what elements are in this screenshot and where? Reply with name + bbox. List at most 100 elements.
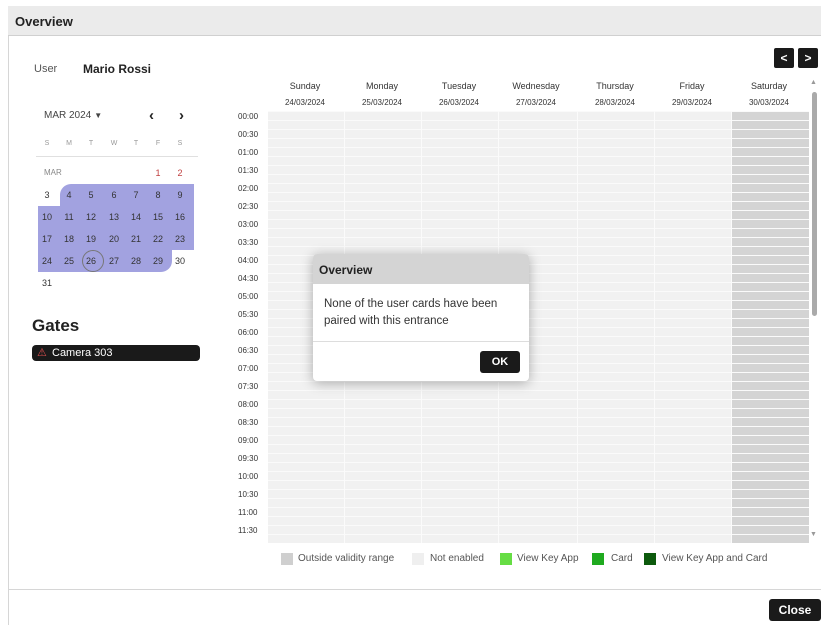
calendar-day[interactable]: 12	[80, 206, 102, 228]
time-label: 04:30	[238, 274, 259, 283]
calendar-day[interactable]: 3	[36, 184, 58, 206]
day-name-header: Monday	[365, 81, 399, 91]
calendar-day[interactable]: 2	[169, 162, 191, 184]
grid-row-line	[268, 516, 809, 517]
weekday-header: M	[66, 140, 72, 147]
calendar-day[interactable]: 6	[103, 184, 125, 206]
time-label: 01:30	[238, 166, 259, 175]
day-name-header: Tuesday	[441, 81, 477, 91]
time-label: 10:30	[238, 490, 259, 499]
calendar-day[interactable]: 10	[36, 206, 58, 228]
calendar-day[interactable]: 15	[147, 206, 169, 228]
month-label: MAR 2024	[44, 110, 92, 121]
day-date-header: 28/03/2024	[594, 98, 636, 107]
dialog-title: Overview	[319, 263, 373, 277]
time-label: 10:00	[238, 472, 259, 481]
calendar-day[interactable]: 23	[169, 228, 191, 250]
gates-title: Gates	[32, 316, 80, 335]
calendar-day[interactable]: 29	[147, 250, 169, 272]
calendar-day[interactable]: 17	[36, 228, 58, 250]
calendar-day[interactable]: 1	[147, 162, 169, 184]
calendar-day[interactable]: 16	[169, 206, 191, 228]
calendar-day[interactable]: 20	[103, 228, 125, 250]
grid-row-line	[268, 444, 809, 445]
grid-row-line	[268, 111, 809, 112]
grid-row-line	[268, 534, 809, 535]
dialog-divider	[313, 341, 529, 342]
calendar-day[interactable]: 28	[125, 250, 147, 272]
grid-row-line	[268, 507, 809, 508]
grid-row-line	[268, 192, 809, 193]
day-date-header: 29/03/2024	[671, 98, 713, 107]
scroll-up-icon[interactable]: ▲	[810, 79, 817, 86]
time-label: 09:30	[238, 454, 259, 463]
calendar-day[interactable]: 8	[147, 184, 169, 206]
time-label: 09:00	[238, 436, 259, 445]
time-label: 06:00	[238, 328, 259, 337]
legend-swatch	[592, 553, 604, 565]
calendar-day[interactable]: 30	[169, 250, 191, 272]
gate-label: Camera 303	[52, 347, 113, 359]
legend-swatch	[281, 553, 293, 565]
weekday-header: T	[133, 140, 139, 147]
calendar-day[interactable]: 27	[103, 250, 125, 272]
legend-label: Not enabled	[430, 553, 484, 564]
ok-button[interactable]: OK	[480, 351, 520, 373]
grid-row-line	[268, 462, 809, 463]
calendar-day[interactable]: 22	[147, 228, 169, 250]
user-label: User	[34, 63, 58, 75]
calendar-day[interactable]: 7	[125, 184, 147, 206]
calendar-day[interactable]: 5	[80, 184, 102, 206]
calendar-day[interactable]: 4	[58, 184, 80, 206]
grid-row-line	[268, 156, 809, 157]
time-label: 06:30	[238, 346, 259, 355]
calendar-day[interactable]: 21	[125, 228, 147, 250]
dialog-header: Overview	[313, 254, 529, 284]
caret-down-icon: ▼	[94, 111, 103, 120]
grid-row-line	[268, 381, 809, 382]
calendar-day[interactable]: 13	[103, 206, 125, 228]
day-date-header: 24/03/2024	[284, 98, 326, 107]
calendar-day[interactable]: 11	[58, 206, 80, 228]
weekday-header: F	[155, 140, 161, 147]
close-button[interactable]: Close	[769, 599, 821, 621]
grid-row-line	[268, 246, 809, 247]
calendar-day[interactable]: 26	[80, 250, 102, 272]
user-name: Mario Rossi	[83, 62, 152, 76]
scroll-down-icon[interactable]: ▼	[810, 531, 817, 538]
day-date-header: 27/03/2024	[515, 98, 557, 107]
calendar-day[interactable]: 19	[80, 228, 102, 250]
week-prev-button[interactable]: <	[774, 48, 794, 68]
day-date-header: 25/03/2024	[361, 98, 403, 107]
legend-swatch	[412, 553, 424, 565]
chevron-right-icon[interactable]: ›	[179, 107, 184, 124]
grid-row-line	[268, 480, 809, 481]
calendar-day[interactable]: 18	[58, 228, 80, 250]
time-label: 02:00	[238, 184, 259, 193]
calendar-day[interactable]: 14	[125, 206, 147, 228]
calendar-day[interactable]: 24	[36, 250, 58, 272]
scroll-thumb[interactable]	[812, 92, 817, 316]
time-label: 00:30	[238, 130, 259, 139]
time-label: 07:30	[238, 382, 259, 391]
calendar-day[interactable]: 9	[169, 184, 191, 206]
warning-icon: ⚠	[37, 347, 47, 359]
legend-label: Card	[611, 553, 633, 564]
week-next-button[interactable]: >	[798, 48, 818, 68]
day-name-header: Thursday	[596, 81, 634, 91]
time-label: 01:00	[238, 148, 259, 157]
grid-row-line	[268, 138, 809, 139]
calendar-day[interactable]: 31	[36, 272, 58, 294]
grid-row-line	[268, 210, 809, 211]
calendar-day[interactable]: 25	[58, 250, 80, 272]
grid-row-line	[268, 525, 809, 526]
day-date-header: 30/03/2024	[748, 98, 790, 107]
grid-row-line	[268, 228, 809, 229]
chevron-left-icon[interactable]: ‹	[149, 107, 154, 124]
time-label: 08:00	[238, 400, 259, 409]
grid-column-line	[577, 111, 578, 543]
month-selector[interactable]: MAR 2024 ▼	[44, 110, 102, 121]
grid-row-line	[268, 237, 809, 238]
gate-item-camera-303[interactable]: ⚠ Camera 303	[32, 345, 200, 361]
grid-row-line	[268, 183, 809, 184]
